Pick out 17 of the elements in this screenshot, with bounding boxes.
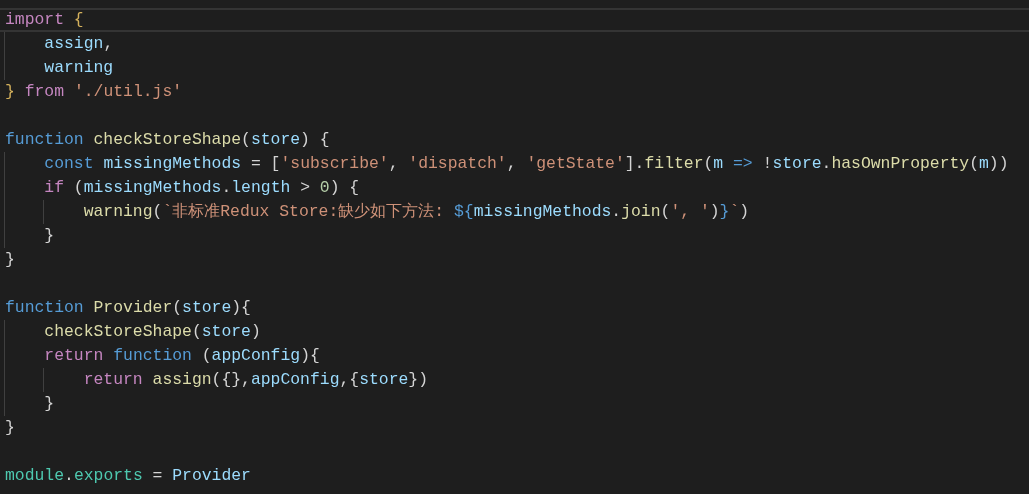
code-line: import { (4, 10, 84, 30)
code-line: } (4, 226, 55, 246)
code-line: } from './util.js' (4, 82, 183, 102)
code-line: const missingMethods = ['subscribe', 'dispatch', 'getState'].filter(m => !store.hasOwnProperty(m)) (4, 154, 1009, 174)
code-line: module.exports = Provider (4, 466, 251, 486)
code-line: if (missingMethods.length > 0) { (4, 178, 360, 198)
code-line: function checkStoreShape(store) { (4, 130, 330, 150)
code-line: warning(`非标准Redux Store:缺少如下方法: ${missingMethods.join(', ')}`) (4, 202, 750, 222)
code-line: checkStoreShape(store) (4, 322, 261, 342)
code-line: } (4, 418, 15, 438)
code-line: warning (4, 58, 114, 78)
code-line: return function (appConfig){ (4, 346, 320, 366)
code-line: } (4, 394, 55, 414)
code-line: assign, (4, 34, 114, 54)
code-line: return assign({},appConfig,{store}) (4, 370, 429, 390)
code-line: } (4, 250, 15, 270)
code-line: function Provider(store){ (4, 298, 251, 318)
